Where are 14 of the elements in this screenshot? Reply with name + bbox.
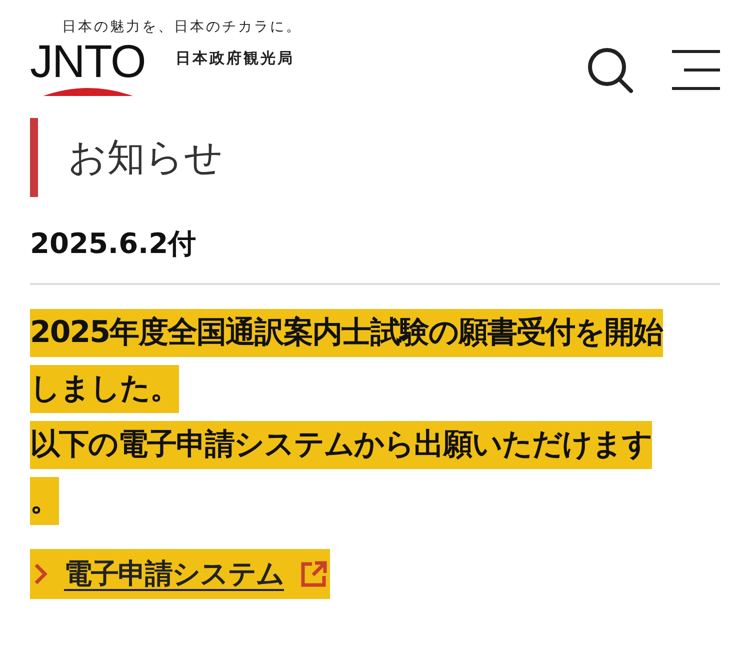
logo-tagline: 日本の魅力を、日本のチカラに。 [62, 18, 302, 36]
announcement-text: 以下の電子申請システムから出願いただけます [30, 421, 652, 469]
external-link[interactable]: 電子申請システム [30, 549, 330, 599]
external-link-icon [300, 560, 328, 588]
menu-icon[interactable] [672, 49, 720, 91]
search-icon[interactable] [586, 46, 634, 94]
announcement-text: 。 [30, 477, 59, 525]
date-text: 2025.6.2付 [30, 226, 198, 262]
announcement-text: しました。 [30, 365, 179, 413]
organization-name: 日本政府観光局 [175, 48, 294, 68]
chevron-icon [34, 563, 48, 585]
page-heading: お知らせ [30, 118, 720, 197]
logo-wordmark[interactable]: JNTO [30, 36, 146, 86]
announcement-text: 2025年度全国通訳案内士試験の願書受付を開始 [30, 309, 662, 357]
